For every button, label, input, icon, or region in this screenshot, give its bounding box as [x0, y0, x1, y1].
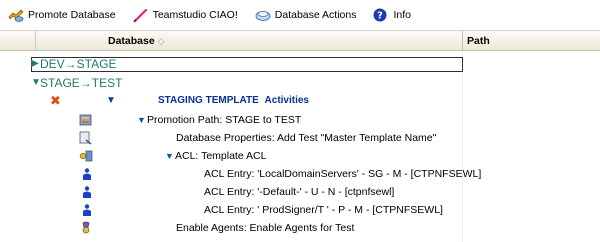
teamstudio-ciao-label: Teamstudio CIAO! [152, 9, 238, 21]
acl-entry-row[interactable]: ACL Entry: 'LocalDomainServers' - SG - M… [0, 165, 600, 183]
collapse-triangle-icon[interactable]: ▼ [165, 147, 174, 165]
delete-x-icon[interactable]: ✖ [50, 92, 61, 110]
acl-entry-label: ACL Entry: 'LocalDomainServers' - SG - M… [204, 168, 482, 180]
path-column-label: Path [467, 35, 490, 47]
column-header: Database ◇ Path [0, 30, 600, 51]
person-icon [80, 167, 94, 181]
promotion-path-icon [79, 113, 93, 127]
database-properties-icon [79, 131, 93, 145]
enable-agents-label: Enable Agents: Enable Agents for Test [176, 222, 355, 234]
promotion-path-row[interactable]: ▼ Promotion Path: STAGE to TEST [0, 111, 600, 129]
category-row-stage-test[interactable]: ▼ STAGE→TEST [0, 74, 600, 92]
acl-entry-label: ACL Entry: ' ProdSigner/T ' - P - M - [C… [204, 204, 443, 216]
info-button[interactable]: ? Info [369, 4, 414, 26]
collapse-triangle-icon[interactable]: ▼ [137, 111, 146, 129]
collapse-triangle-icon[interactable]: ▼ [106, 92, 116, 110]
acl-entry-row[interactable]: ACL Entry: ' ProdSigner/T ' - P - M - [C… [0, 201, 600, 219]
agent-icon [79, 221, 93, 235]
teamstudio-ciao-button[interactable]: Teamstudio CIAO! [129, 4, 241, 26]
database-column-label: Database [108, 35, 155, 47]
person-icon [80, 185, 94, 199]
acl-entry-label: ACL Entry: '-Default-' - U - N - [ctpnfs… [204, 186, 395, 198]
path-column-header[interactable]: Path [462, 31, 600, 51]
promote-database-button[interactable]: Promote Database [4, 4, 119, 26]
staging-template-row[interactable]: ✖ ▼ STAGING TEMPLATE Activities [0, 92, 600, 110]
person-icon [80, 203, 94, 217]
database-actions-button[interactable]: Database Actions [251, 4, 360, 26]
promotion-path-label: Promotion Path: STAGE to TEST [147, 114, 302, 126]
database-properties-row[interactable]: Database Properties: Add Test "Master Te… [0, 129, 600, 147]
category-label: STAGE→TEST [40, 76, 123, 90]
pencil-icon [132, 7, 150, 23]
staging-template-subtitle: Activities [264, 95, 309, 106]
database-column-header[interactable]: Database ◇ [35, 31, 462, 51]
info-label: Info [393, 9, 411, 21]
database-properties-label: Database Properties: Add Test "Master Te… [176, 132, 437, 144]
svg-text:?: ? [378, 11, 384, 22]
acl-icon [79, 149, 93, 163]
sort-icon[interactable]: ◇ [158, 36, 165, 46]
promote-database-label: Promote Database [28, 9, 116, 21]
category-label: DEV→STAGE [40, 57, 117, 71]
staging-template-title: STAGING TEMPLATE [158, 95, 259, 106]
expand-triangle-icon[interactable]: ▶ [31, 55, 39, 73]
database-actions-icon [254, 7, 272, 23]
acl-label: ACL: Template ACL [175, 150, 267, 162]
acl-entry-row[interactable]: ACL Entry: '-Default-' - U - N - [ctpnfs… [0, 183, 600, 201]
acl-row[interactable]: ▼ ACL: Template ACL [0, 147, 600, 165]
category-row-dev-stage[interactable]: ▶ DEV→STAGE [0, 55, 600, 73]
promote-database-icon [7, 7, 25, 23]
database-actions-label: Database Actions [274, 9, 357, 21]
enable-agents-row[interactable]: Enable Agents: Enable Agents for Test [0, 219, 600, 237]
info-icon: ? [372, 7, 390, 23]
toolbar: Promote Database Teamstudio CIAO! Databa… [0, 0, 600, 30]
